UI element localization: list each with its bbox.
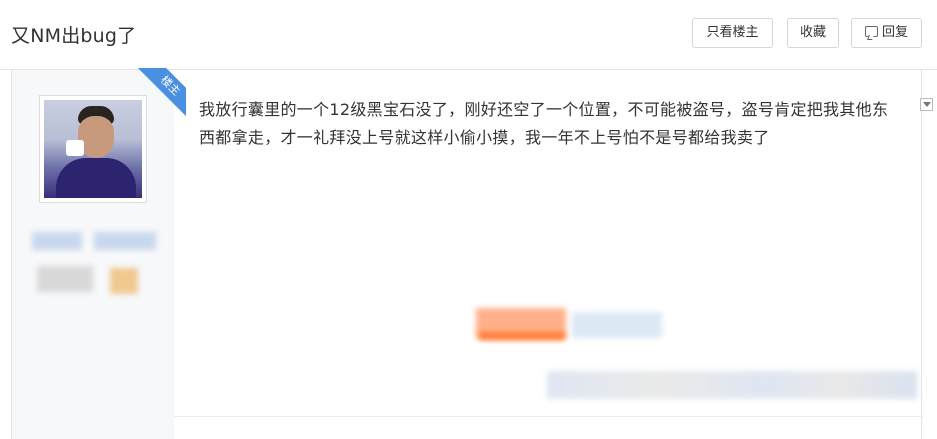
- collect-button[interactable]: 收藏: [787, 18, 839, 48]
- thread-header: 又NM出bug了 只看楼主 收藏 回复: [0, 0, 937, 70]
- signature-link-blurred: [572, 312, 662, 338]
- username-blurred[interactable]: [32, 232, 82, 250]
- reply-button[interactable]: 回复: [851, 18, 922, 48]
- only-op-button[interactable]: 只看楼主: [692, 18, 773, 48]
- thread-title: 又NM出bug了: [11, 25, 137, 47]
- op-badge-label: 楼主: [134, 68, 186, 122]
- reply-label: 回复: [881, 25, 908, 40]
- op-badge: 楼主: [116, 68, 186, 138]
- post-meta-blurred: [547, 371, 917, 399]
- badge-blurred: [110, 268, 138, 294]
- dropdown-icon[interactable]: [920, 98, 933, 111]
- post-content: 我放行囊里的一个12级黑宝石没了，刚好还空了一个位置，不可能被盗号，盗号肯定把我…: [199, 100, 889, 147]
- signature-highlight-blurred: [479, 332, 565, 340]
- username-blurred-2: [94, 232, 156, 250]
- post: 楼主 我放行囊里的一个12级黑宝石没了，刚好还空了一个位置，不可能被盗号，盗号肯…: [11, 68, 933, 439]
- level-badge-blurred: [37, 266, 93, 292]
- reply-icon: [864, 26, 878, 37]
- post-divider: [174, 416, 923, 417]
